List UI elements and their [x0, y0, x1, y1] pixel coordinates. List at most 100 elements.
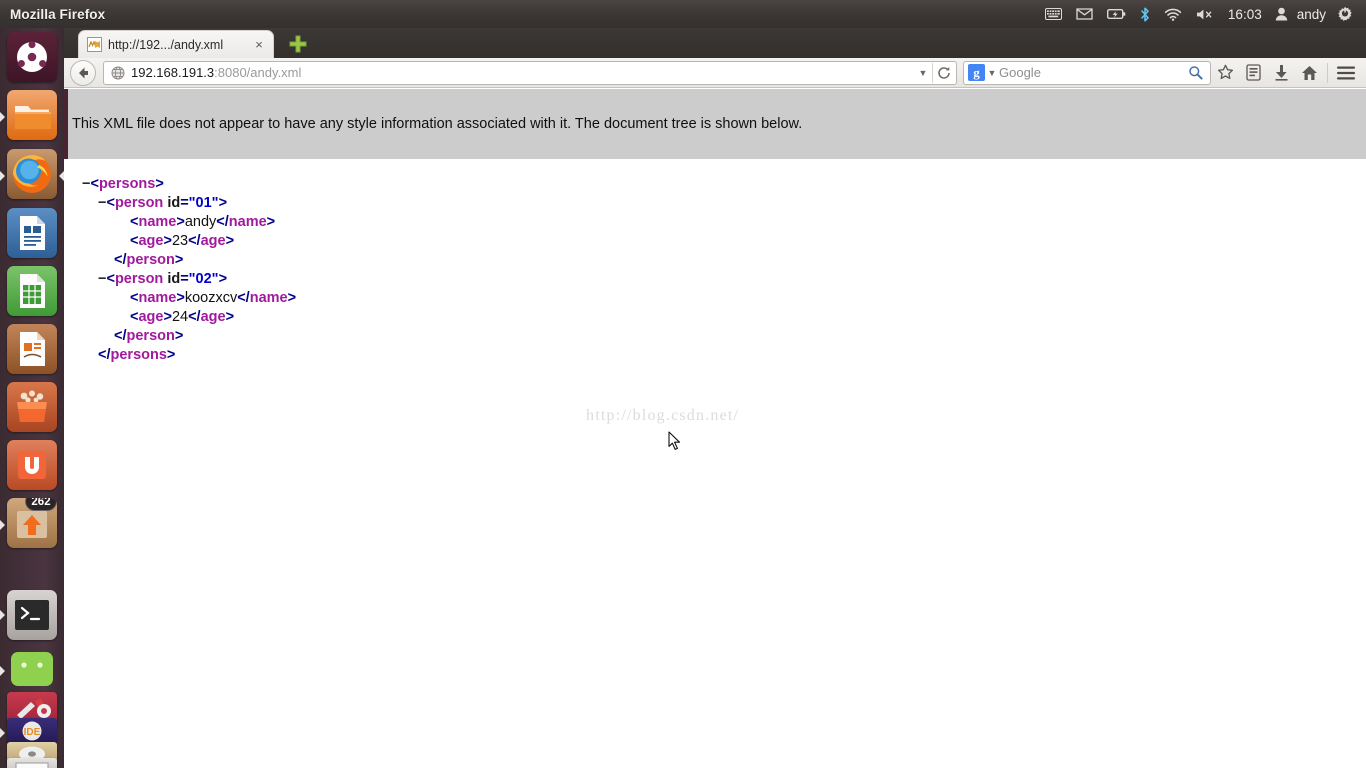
xml-line: </person>	[64, 251, 1366, 270]
launcher-item-ubuntu-one[interactable]	[7, 440, 57, 490]
notice-text: This XML file does not appear to have an…	[72, 116, 803, 132]
xml-text-content: 23	[171, 233, 189, 249]
xml-bracket: >	[163, 233, 172, 249]
envelope-icon[interactable]	[1069, 0, 1100, 28]
xml-bracket: </	[188, 233, 201, 249]
launcher-badge-updater: 262	[25, 498, 57, 511]
launcher-item-software-updater[interactable]: 262	[7, 498, 57, 548]
power-gear-icon[interactable]	[1330, 0, 1360, 28]
xml-bracket: >	[218, 195, 228, 211]
xml-equals: =	[180, 271, 189, 287]
google-logo-icon: g	[968, 64, 985, 81]
launcher-item-firefox[interactable]	[7, 149, 57, 199]
xml-line: <name>andy</name>	[64, 213, 1366, 232]
xml-bracket: </	[188, 309, 201, 325]
xml-text-content: 24	[171, 309, 189, 325]
xml-bracket: >	[166, 347, 176, 363]
xml-tag-name: name	[249, 290, 288, 306]
xml-line: −<person id="02">	[64, 270, 1366, 289]
xml-bracket: >	[176, 214, 185, 230]
xml-bracket: >	[287, 290, 297, 306]
chevron-down-icon[interactable]: ▼	[914, 68, 932, 78]
back-button[interactable]	[70, 59, 96, 86]
xml-tag-name: person	[126, 252, 175, 268]
new-tab-button[interactable]	[288, 34, 308, 54]
xml-attribute-name: id	[167, 195, 181, 211]
xml-bracket: </	[237, 290, 250, 306]
xml-bracket: </	[114, 328, 127, 344]
clock[interactable]: 16:03	[1222, 7, 1268, 22]
xml-bracket: >	[174, 328, 184, 344]
xml-attribute-name: id	[167, 271, 181, 287]
toolbar-divider	[1327, 62, 1328, 83]
unity-launcher: 262 IDE	[0, 28, 64, 768]
xml-tag-name: person	[114, 271, 164, 287]
menu-hamburger-icon[interactable]	[1332, 60, 1360, 86]
xml-tag-name: name	[138, 214, 177, 230]
battery-icon[interactable]	[1100, 0, 1133, 28]
xml-bracket: <	[106, 195, 115, 211]
xml-text-content: koozxcv	[184, 290, 238, 306]
xml-bracket: >	[163, 309, 172, 325]
url-text[interactable]: 192.168.191.3:8080/andy.xml	[131, 65, 914, 80]
chevron-down-icon[interactable]: ▼	[985, 68, 999, 78]
xml-style-notice: This XML file does not appear to have an…	[64, 89, 1366, 159]
user-name[interactable]: andy	[1295, 7, 1330, 22]
keyboard-icon[interactable]	[1038, 0, 1069, 28]
xml-line: <age>23</age>	[64, 232, 1366, 251]
launcher-running-marker-updater	[0, 520, 5, 530]
xml-line: −<persons>	[64, 175, 1366, 194]
launcher-item-files[interactable]	[7, 90, 57, 140]
bookmark-star-icon[interactable]	[1211, 60, 1239, 86]
xml-document-tree: −<persons> −<person id="01"> <name>andy</n…	[64, 175, 1366, 365]
browser-tab[interactable]: http://192.../andy.xml ×	[78, 30, 274, 58]
url-host: 192.168.191.3	[131, 65, 215, 80]
xml-tag-name: name	[138, 290, 177, 306]
volume-muted-icon[interactable]	[1189, 0, 1222, 28]
watermark-text: http://blog.csdn.net/	[586, 407, 740, 424]
launcher-item-ubuntu-dash[interactable]	[7, 32, 57, 82]
search-bar[interactable]: g ▼ Google	[963, 60, 1211, 85]
xml-tag-name: person	[126, 328, 175, 344]
desktop-top-panel: Mozilla Firefox 16:03 andy	[0, 0, 1366, 28]
xml-file-icon	[87, 37, 102, 52]
search-input[interactable]: Google	[999, 65, 1184, 80]
launcher-item-android-tools[interactable]	[7, 644, 57, 694]
url-bar[interactable]: 192.168.191.3:8080/andy.xml ▼	[103, 60, 957, 85]
launcher-running-marker-android	[0, 666, 5, 676]
xml-bracket: >	[225, 233, 235, 249]
launcher-item-software-center[interactable]	[7, 382, 57, 432]
xml-bracket: </	[114, 252, 127, 268]
launcher-item-terminal[interactable]	[7, 590, 57, 640]
xml-bracket: >	[225, 309, 235, 325]
xml-text-content: andy	[184, 214, 217, 230]
close-icon[interactable]: ×	[251, 37, 267, 53]
user-icon[interactable]	[1268, 0, 1295, 28]
reload-icon[interactable]	[932, 62, 954, 83]
launcher-item-libreoffice-impress[interactable]	[7, 324, 57, 374]
bluetooth-icon[interactable]	[1133, 0, 1157, 28]
wifi-icon[interactable]	[1157, 0, 1189, 28]
xml-tag-name: age	[138, 309, 164, 325]
xml-tag-name: persons	[98, 176, 156, 192]
xml-equals: =	[180, 195, 189, 211]
navigation-toolbar: 192.168.191.3:8080/andy.xml ▼ g ▼ Google	[64, 58, 1366, 88]
xml-bracket: >	[174, 252, 184, 268]
downloads-icon[interactable]	[1267, 60, 1295, 86]
reading-list-icon[interactable]	[1239, 60, 1267, 86]
launcher-running-marker-files	[0, 112, 5, 122]
xml-bracket: <	[106, 271, 115, 287]
tab-title: http://192.../andy.xml	[108, 37, 224, 52]
launcher-item-libreoffice-calc[interactable]	[7, 266, 57, 316]
window-title: Mozilla Firefox	[10, 6, 106, 22]
launcher-item-workspace[interactable]	[7, 758, 57, 768]
launcher-item-libreoffice-writer[interactable]	[7, 208, 57, 258]
xml-tag-name: persons	[110, 347, 167, 363]
system-tray: 16:03 andy	[1038, 0, 1366, 28]
home-icon[interactable]	[1295, 60, 1323, 86]
magnifier-icon[interactable]	[1184, 65, 1206, 80]
page-content: This XML file does not appear to have an…	[64, 89, 1366, 768]
launcher-item-ide[interactable]: IDE	[7, 718, 57, 744]
globe-icon	[111, 66, 125, 80]
xml-bracket: >	[218, 271, 228, 287]
